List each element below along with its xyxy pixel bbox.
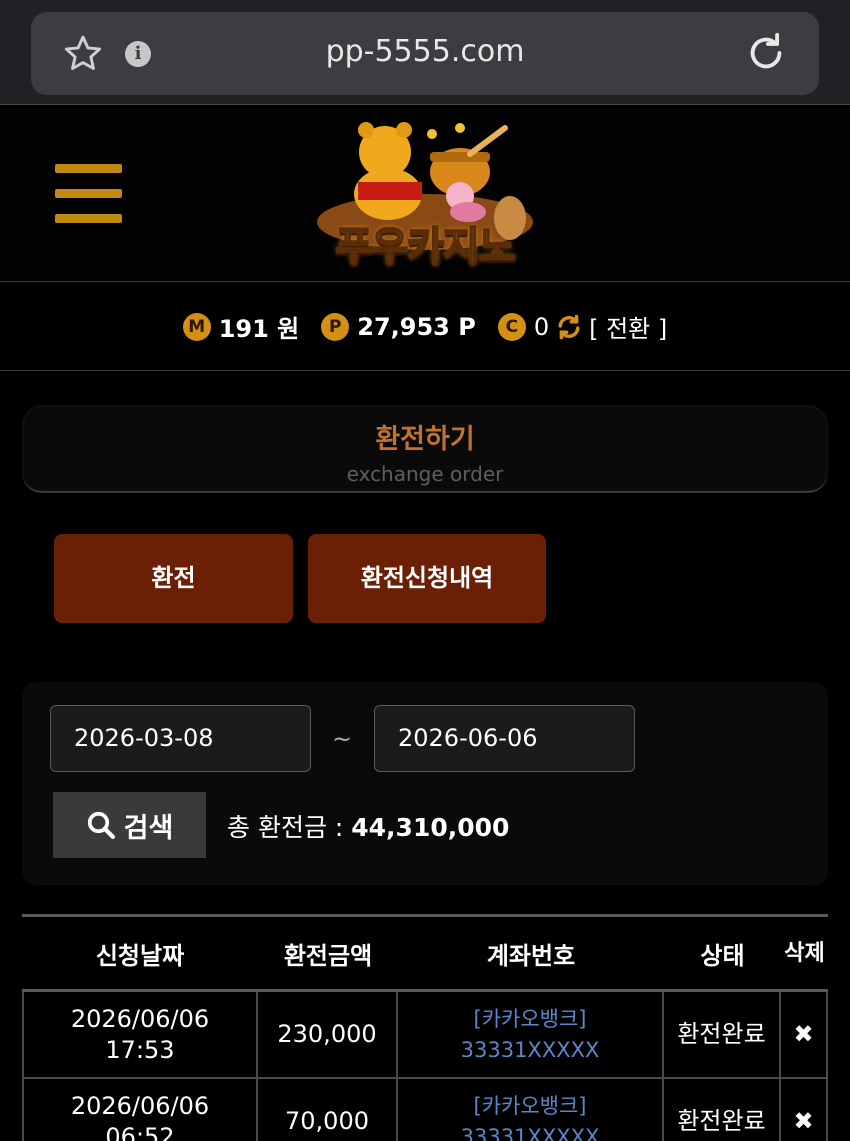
table-header: 신청날짜 환전금액 계좌번호 상태 삭제 [22,914,828,992]
exchange-history-table: 신청날짜 환전금액 계좌번호 상태 삭제 2026/06/06 17:53 23… [22,914,828,1141]
money-balance: M 191 원 [182,309,300,344]
header-account: 계좌번호 [486,941,576,970]
browser-toolbar: i pp-5555.com [0,0,850,105]
total-label: 총 환전금 : [227,813,352,842]
search-button-label: 검색 [123,812,174,844]
comp-balance: C 0 [ 전환 ] [497,309,667,344]
total-exchange: 총 환전금 : 44,310,000 [227,808,509,844]
menu-hamburger-icon[interactable] [55,164,122,224]
convert-button[interactable]: [ 전환 ] [589,309,667,344]
table-row: 2026/06/06 17:53 230,000 [카카오뱅크] 33331XX… [22,992,828,1079]
bank-name: [카카오뱅크] [473,1093,587,1118]
search-panel: 2026-03-08 ~ 2026-06-06 검색 총 환전금 : 44,31… [22,682,828,885]
header-amount: 환전금액 [283,941,373,970]
start-date-field[interactable]: 2026-03-08 [50,705,311,772]
url-text[interactable]: pp-5555.com [31,34,819,69]
header-delete: 삭제 [784,940,825,966]
bank-name: [카카오뱅크] [473,1006,587,1031]
money-coin-icon: M [182,312,211,341]
cell-delete: ✖ [781,1079,828,1141]
header-status: 상태 [700,941,745,970]
tab-exchange-history[interactable]: 환전신청내역 [308,534,546,623]
reload-icon[interactable] [743,30,789,76]
cell-amount: 230,000 [258,992,398,1077]
search-icon [87,811,115,839]
cell-amount: 70,000 [258,1079,398,1141]
cell-status: 환전완료 [664,992,781,1077]
request-time: 06:52 [105,1122,175,1141]
search-button[interactable]: 검색 [53,792,206,858]
section-title-box: 환전하기 exchange order [22,405,828,493]
table-row: 2026/06/06 06:52 70,000 [카카오뱅크] 33331XXX… [22,1079,828,1141]
request-time: 17:53 [105,1035,175,1064]
account-number: 33331XXXXX [460,1124,600,1141]
comp-value: 0 [533,312,550,341]
logo-text: 푸우카지노 [335,223,517,271]
point-value: 27,953 P [357,312,476,341]
address-bar[interactable]: i pp-5555.com [31,12,819,95]
page-title: 환전하기 [375,424,475,455]
account-number: 33331XXXXX [460,1037,600,1062]
cell-delete: ✖ [781,992,828,1077]
end-date-field[interactable]: 2026-06-06 [374,705,635,772]
cell-account: [카카오뱅크] 33331XXXXX [398,992,664,1077]
tab-exchange[interactable]: 환전 [54,534,293,623]
cell-date: 2026/06/06 17:53 [22,992,258,1077]
total-value: 44,310,000 [351,813,510,842]
balance-bar: M 191 원 P 27,953 P C 0 [ 전환 ] [0,283,850,371]
comp-coin-icon: C [497,312,526,341]
page-subtitle: exchange order [346,462,504,486]
cell-account: [카카오뱅크] 33331XXXXX [398,1079,664,1141]
money-value: 191 원 [218,315,300,343]
convert-refresh-icon[interactable] [555,313,583,341]
date-separator: ~ [332,725,353,753]
site-logo[interactable]: 푸우카지노 [300,114,550,276]
request-date: 2026/06/06 [70,1004,210,1033]
point-balance: P 27,953 P [321,312,476,341]
cell-date: 2026/06/06 06:52 [22,1079,258,1141]
cell-status: 환전완료 [664,1079,781,1141]
delete-icon[interactable]: ✖ [793,1106,813,1137]
request-date: 2026/06/06 [70,1091,210,1120]
header-date: 신청날짜 [95,941,185,970]
site-header: 푸우카지노 [0,106,850,282]
point-coin-icon: P [321,312,350,341]
delete-icon[interactable]: ✖ [793,1019,813,1050]
